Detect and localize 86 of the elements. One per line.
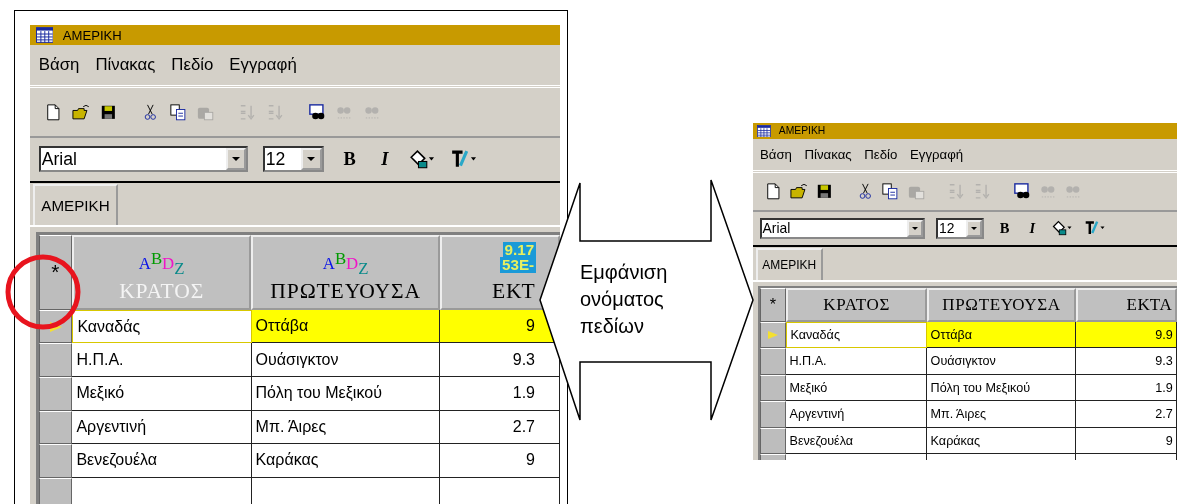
- row-selector[interactable]: [38, 410, 73, 445]
- row-selector[interactable]: [38, 376, 73, 411]
- column-header[interactable]: 9.17 53E- ΕΚΤ: [440, 234, 560, 310]
- open-icon[interactable]: [789, 181, 809, 201]
- new-row-marker: *: [38, 234, 73, 310]
- text-color-brush-icon[interactable]: [1083, 220, 1105, 237]
- paint-bucket-icon[interactable]: [408, 148, 436, 170]
- row-selector[interactable]: [38, 343, 73, 377]
- table-cell: Μεξικό: [72, 376, 252, 411]
- window-title: ΑΜΕΡΙΚΗ: [62, 27, 122, 43]
- column-header[interactable]: ABDZ ΠΡΩΤΕΥΟΥΣΑ: [251, 234, 441, 310]
- row-selector[interactable]: [759, 427, 787, 455]
- font-size-dropdown[interactable]: 12: [262, 146, 324, 172]
- table-cell: Η.Π.Α.: [786, 348, 928, 375]
- table-cell: Μπ. Άιρες: [251, 410, 441, 445]
- column-name: ΕΚΤΑ: [1126, 295, 1173, 315]
- table-cell: Καράκας: [927, 427, 1077, 455]
- new-icon[interactable]: [764, 181, 783, 201]
- table-cell: Καναδάς: [72, 309, 252, 344]
- row-selector[interactable]: [759, 348, 787, 375]
- table-icon: [757, 124, 772, 138]
- menu-item[interactable]: Πεδίο: [171, 55, 214, 76]
- table-cell: 1.9: [440, 376, 560, 411]
- italic-button[interactable]: I: [1025, 219, 1040, 237]
- table-cell: 1.9: [1076, 374, 1177, 402]
- table-cell: Οττάβα: [251, 309, 441, 344]
- row-selector[interactable]: [38, 444, 73, 478]
- column-name: ΕΚΤ: [492, 278, 536, 304]
- menu-item[interactable]: Βάση: [38, 55, 80, 76]
- table-cell: Πόλη του Μεξικού: [927, 374, 1077, 402]
- table-cell: Μπ. Άιρες: [927, 401, 1077, 428]
- table-cell: Βενεζουέλα: [786, 427, 928, 455]
- table-cell: 9: [440, 444, 560, 478]
- bold-button[interactable]: B: [337, 148, 362, 170]
- table-cell: Βενεζουέλα: [72, 444, 252, 478]
- copy-icon[interactable]: [168, 102, 188, 122]
- table-cell: Καναδάς: [786, 322, 928, 349]
- menu-item[interactable]: Πεδίο: [864, 146, 898, 162]
- menu-item[interactable]: Εγγραφή: [910, 146, 964, 162]
- text-type-icon: ABDZ: [322, 248, 369, 276]
- table-cell: Ουάσιγκτον: [927, 348, 1077, 375]
- table-cell: 9.9: [1076, 322, 1177, 349]
- row-selector[interactable]: [759, 374, 787, 402]
- table-cell: Καράκας: [251, 444, 441, 478]
- paint-bucket-icon[interactable]: [1050, 220, 1073, 237]
- column-header[interactable]: ΚΡΑΤΟΣ: [786, 288, 928, 322]
- menu-item[interactable]: Πίνακας: [95, 55, 156, 76]
- table-cell: 9.3: [440, 343, 560, 377]
- table-cell: 2.7: [440, 410, 560, 445]
- table-cell: 9: [1076, 427, 1177, 455]
- text-type-icon: ABDZ: [138, 248, 185, 276]
- column-header[interactable]: ΠΡΩΤΕΥΟΥΣΑ: [927, 288, 1076, 322]
- table-tab[interactable]: ΑΜΕΡΙΚΗ: [755, 248, 823, 281]
- font-size-dropdown[interactable]: 12: [936, 218, 985, 239]
- new-row-marker: *: [759, 288, 787, 322]
- table-cell: Πόλη του Μεξικού: [251, 376, 441, 411]
- column-name: ΠΡΩΤΕΥΟΥΣΑ: [942, 295, 1061, 315]
- open-icon[interactable]: [71, 102, 91, 122]
- italic-button[interactable]: I: [375, 148, 394, 170]
- table-tab[interactable]: ΑΜΕΡΙΚΗ: [33, 184, 118, 226]
- copy-icon[interactable]: [881, 181, 900, 201]
- column-header[interactable]: ΕΚΤΑ: [1075, 288, 1177, 322]
- find-icon[interactable]: [308, 102, 327, 122]
- row-selector[interactable]: [759, 322, 787, 349]
- table-icon: [35, 27, 54, 43]
- menu-item[interactable]: Εγγραφή: [229, 55, 297, 76]
- table-cell: Οττάβα: [927, 322, 1077, 349]
- font-dropdown[interactable]: Arial: [38, 146, 249, 172]
- find-icon[interactable]: [1012, 181, 1032, 201]
- font-dropdown[interactable]: Arial: [759, 218, 925, 239]
- column-name: ΠΡΩΤΕΥΟΥΣΑ: [270, 278, 421, 304]
- table-cell: Αργεντινή: [786, 401, 928, 428]
- table-cell: Αργεντινή: [72, 410, 252, 445]
- menu-item[interactable]: Βάση: [759, 146, 792, 162]
- table-cell: Η.Π.Α.: [72, 343, 252, 377]
- table-cell: 9.3: [1076, 348, 1177, 375]
- menu-item[interactable]: Πίνακας: [804, 146, 852, 162]
- text-color-brush-icon[interactable]: [449, 148, 478, 170]
- table-cell: 2.7: [1076, 401, 1177, 428]
- column-name: ΚΡΑΤΟΣ: [823, 295, 891, 315]
- callout-text: Εμφάνιση ονόματος πεδίων: [580, 260, 669, 339]
- bold-button[interactable]: B: [995, 219, 1014, 237]
- table-cell: Ουάσιγκτον: [251, 343, 441, 377]
- row-selector[interactable]: [759, 401, 787, 428]
- window-title: ΑΜΕΡΙΚΗ: [778, 125, 826, 137]
- table-cell: Μεξικό: [786, 374, 928, 402]
